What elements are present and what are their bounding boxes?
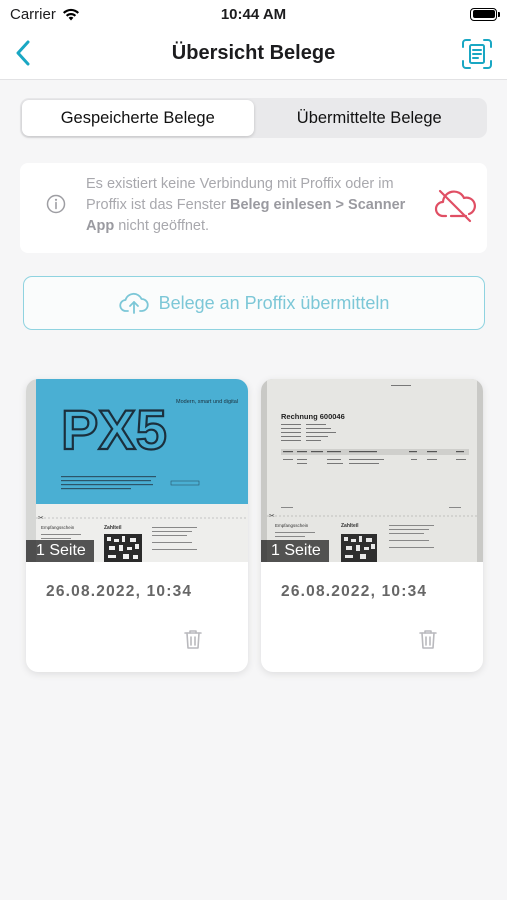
- trash-icon[interactable]: [182, 628, 204, 650]
- receipt-tabs: Gespeicherte Belege Übermittelte Belege: [20, 98, 487, 138]
- scan-document-button[interactable]: [459, 36, 495, 72]
- carrier-label: Carrier: [10, 5, 56, 23]
- thumb-slip-title: Zahlteil: [341, 523, 359, 529]
- navigation-bar: Übersicht Belege: [0, 28, 507, 80]
- thumb-slip-title: Zahlteil: [104, 525, 122, 531]
- receipt-thumbnail: PX5 Modern, smart und digital ✂ Empfangs…: [26, 379, 248, 562]
- svg-text:✂: ✂: [269, 513, 275, 520]
- upload-button-label: Belege an Proffix übermitteln: [158, 292, 390, 313]
- info-icon: [46, 194, 66, 214]
- document-scan-icon: [462, 39, 492, 69]
- receipt-date: 26.08.2022, 10:34: [46, 583, 193, 600]
- thumb-slip-label: Empfangsschein: [275, 523, 309, 528]
- receipt-thumbnail: Rechnung 600046 ✂ Empfangsschein Zahltei…: [261, 379, 483, 562]
- thumb-slip-label: Empfangsschein: [41, 525, 75, 530]
- status-left: Carrier: [10, 6, 80, 23]
- upload-to-proffix-button[interactable]: Belege an Proffix übermitteln: [23, 276, 485, 330]
- battery-icon: [470, 7, 500, 21]
- receipt-card[interactable]: PX5 Modern, smart und digital ✂ Empfangs…: [26, 379, 248, 672]
- receipt-scan-image: Rechnung 600046 ✂ Empfangsschein Zahltei…: [261, 379, 483, 562]
- status-bar: Carrier 10:44 AM: [0, 0, 507, 28]
- page-count-badge: 1 Seite: [26, 540, 94, 562]
- thumb-tagline: Modern, smart und digital: [176, 399, 238, 405]
- wifi-icon: [62, 8, 79, 20]
- cloud-upload-icon: [118, 292, 149, 314]
- tab-saved-receipts[interactable]: Gespeicherte Belege: [22, 100, 254, 136]
- thumb-heading: PX5: [61, 398, 167, 461]
- connection-info-box: Es existiert keine Verbindung mit Proffi…: [20, 163, 487, 253]
- chevron-left-icon: [16, 40, 30, 66]
- page-count-badge: 1 Seite: [261, 540, 329, 562]
- back-button[interactable]: [8, 38, 38, 68]
- trash-icon[interactable]: [417, 628, 439, 650]
- tab-transmitted-receipts[interactable]: Übermittelte Belege: [254, 100, 486, 136]
- svg-text:✂: ✂: [38, 515, 44, 522]
- connection-info-text: Es existiert keine Verbindung mit Proffi…: [86, 174, 421, 237]
- cloud-off-icon: [434, 189, 476, 223]
- receipt-card[interactable]: Rechnung 600046 ✂ Empfangsschein Zahltei…: [261, 379, 483, 672]
- thumb-heading: Rechnung 600046: [281, 412, 345, 421]
- receipt-date: 26.08.2022, 10:34: [281, 583, 428, 600]
- page-title: Übersicht Belege: [171, 42, 336, 64]
- info-text-part-2: nicht geöffnet.: [114, 218, 210, 234]
- receipt-scan-image: PX5 Modern, smart und digital ✂ Empfangs…: [26, 379, 248, 562]
